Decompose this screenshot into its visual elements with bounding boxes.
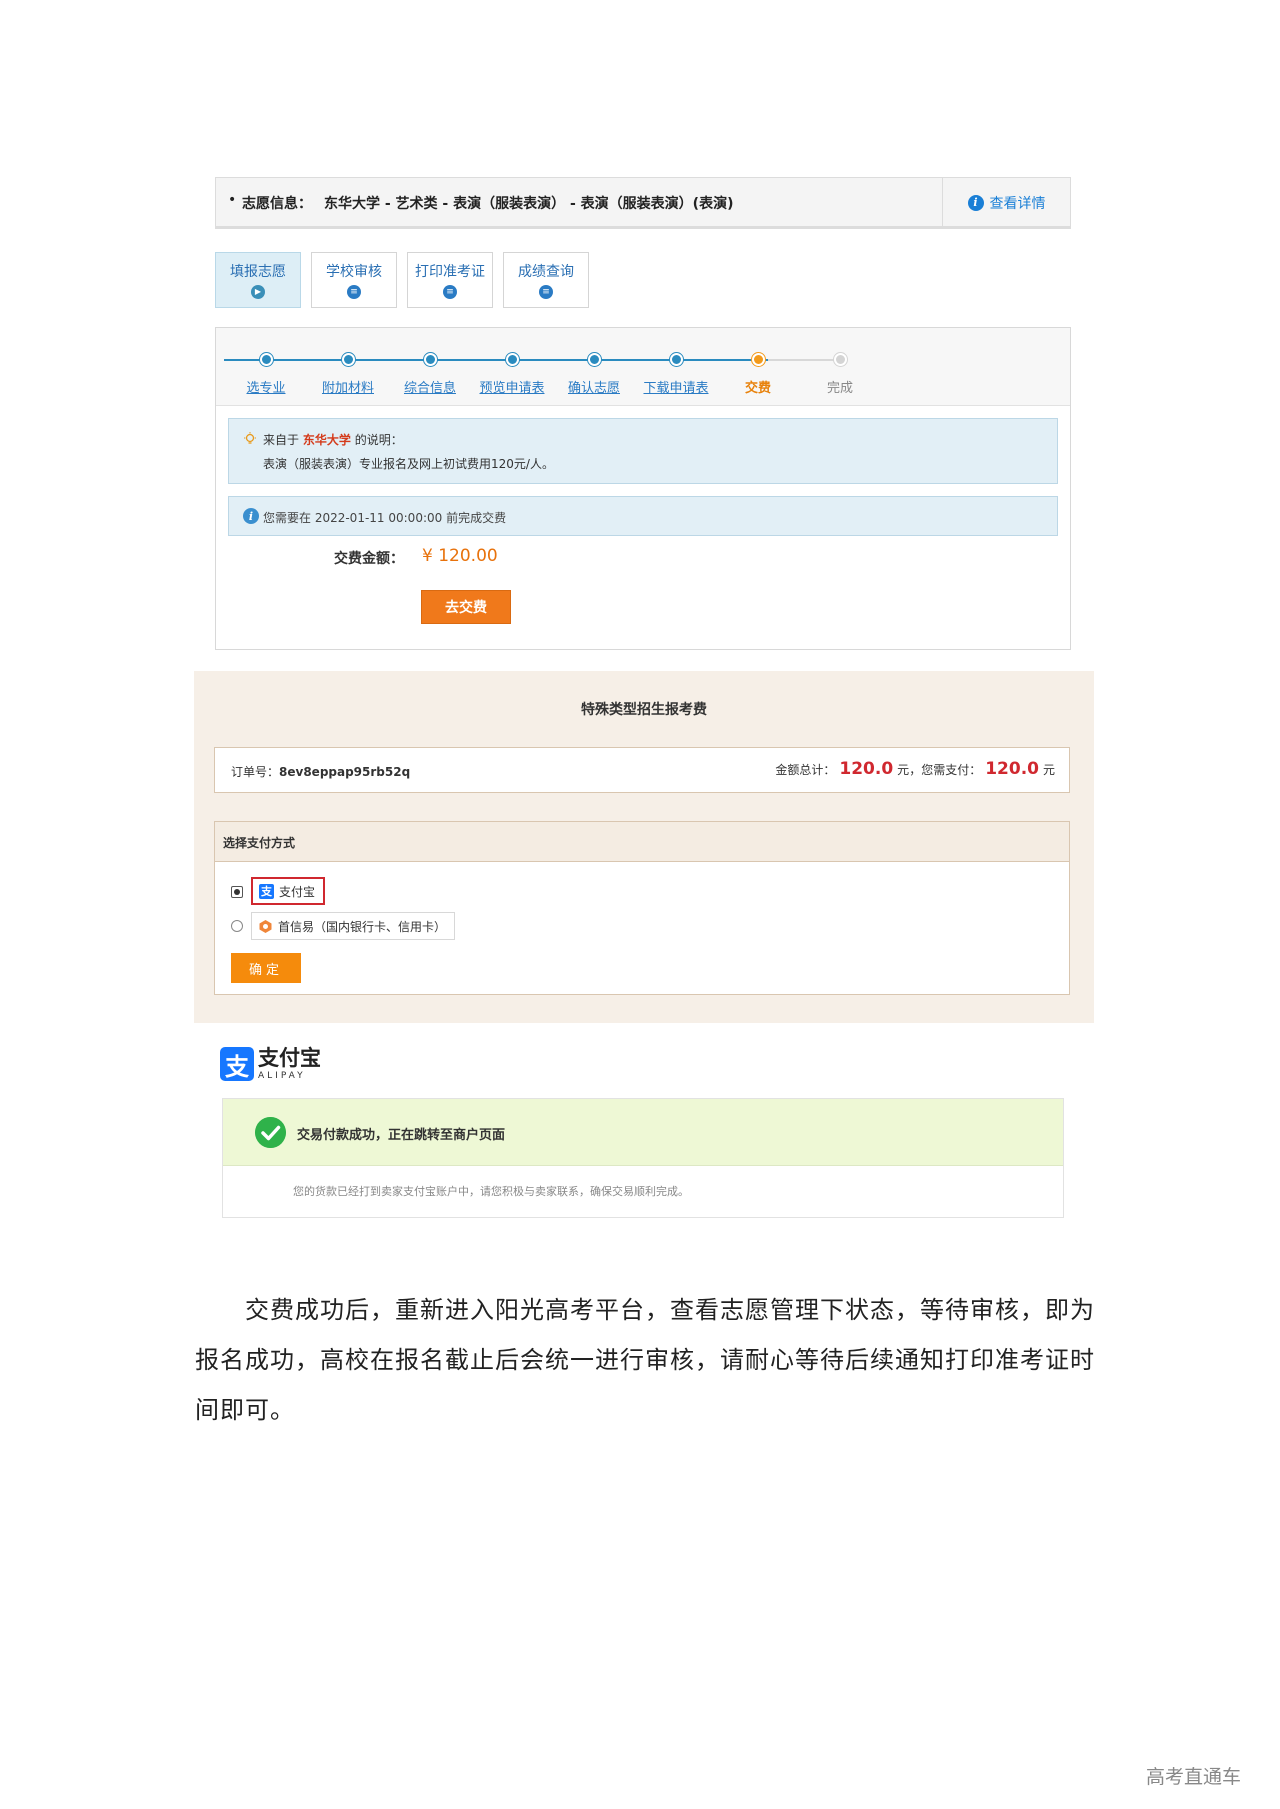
lock-icon: ≡ <box>347 285 361 299</box>
alipay-logo: 支 支付宝 ALIPAY <box>220 1044 321 1084</box>
payment-method-title: 选择支付方式 <box>223 836 296 850</box>
unit: 元 <box>1042 763 1055 777</box>
payment-title: 特殊类型招生报考费 <box>581 702 707 718</box>
shouxinyi-option[interactable]: 首信易（国内银行卡、信用卡） <box>251 912 456 940</box>
order-number: 8ev8eppap95rb52q <box>279 765 411 779</box>
application-info-value: 东华大学 - 艺术类 - 表演（服装表演） - 表演（服装表演）(表演) <box>324 196 734 212</box>
check-circle-icon <box>255 1117 286 1148</box>
tab-label: 填报志愿 <box>230 264 286 280</box>
success-banner: 交易付款成功，正在跳转至商户页面 <box>223 1099 1063 1166</box>
need-label: ，您需支付： <box>909 763 982 777</box>
tab-school-review[interactable]: 学校审核 ≡ <box>311 252 397 308</box>
view-details-link[interactable]: i 查看详情 <box>942 178 1070 227</box>
shouxinyi-icon <box>259 919 272 933</box>
deadline-notice: i 您需要在 2022-01-11 00:00:00 前完成交费 <box>228 496 1058 536</box>
application-info-label: 志愿信息： <box>242 196 312 212</box>
step-complete: 完成 <box>826 381 853 396</box>
need-amount: 120.0 <box>985 759 1039 779</box>
note-heading: 来自于 东华大学 的说明： <box>263 431 403 448</box>
step-dot <box>670 353 683 366</box>
alipay-logo-icon: 支 <box>220 1047 254 1081</box>
step-confirm[interactable]: 确认志愿 <box>559 377 629 396</box>
go-pay-button[interactable]: 去交费 <box>421 590 511 624</box>
progress-line <box>224 359 768 361</box>
tab-print-admission[interactable]: 打印准考证 ≡ <box>407 252 493 308</box>
success-message: 交易付款成功，正在跳转至商户页面 <box>297 1128 506 1143</box>
bullet: • <box>228 192 237 208</box>
alipay-logo-en: ALIPAY <box>258 1070 306 1081</box>
note-prefix: 来自于 <box>263 433 300 447</box>
progress-line-remaining <box>768 359 843 361</box>
view-details-label: 查看详情 <box>989 195 1046 212</box>
step-dot <box>588 353 601 366</box>
step-dot <box>506 353 519 366</box>
payment-method-box: 选择支付方式 支 支付宝 首信易（国内银行卡、信用卡） 确定 <box>214 821 1070 995</box>
fee-amount: ¥ 120.00 <box>422 546 498 566</box>
step-dot-current <box>752 353 765 366</box>
step-preview-form[interactable]: 预览申请表 <box>477 377 547 396</box>
alipay-option-label: 支付宝 <box>279 884 316 899</box>
tab-fill-application[interactable]: 填报志愿 ▶ <box>215 252 301 308</box>
unit: 元 <box>897 763 910 777</box>
step-dot-todo <box>834 353 847 366</box>
alipay-radio[interactable] <box>231 886 243 898</box>
step-attachments[interactable]: 附加材料 <box>313 377 383 396</box>
payment-success-box: 交易付款成功，正在跳转至商户页面 您的货款已经打到卖家支付宝账户中，请您积极与卖… <box>222 1098 1064 1218</box>
lock-icon: ≡ <box>539 285 553 299</box>
success-subtext: 您的货款已经打到卖家支付宝账户中，请您积极与卖家联系，确保交易顺利完成。 <box>293 1185 689 1198</box>
step-dot <box>260 353 273 366</box>
lock-icon: ≡ <box>443 285 457 299</box>
step-download-form[interactable]: 下载申请表 <box>641 377 711 396</box>
tab-label: 打印准考证 <box>415 264 485 280</box>
order-number-row: 订单号：8ev8eppap95rb52q <box>231 763 410 780</box>
total-label: 金额总计： <box>775 763 836 777</box>
instruction-paragraph: 交费成功后，重新进入阳光高考平台，查看志愿管理下状态，等待审核，即为报名成功，高… <box>195 1296 1095 1424</box>
step-dot <box>424 353 437 366</box>
payment-section: 特殊类型招生报考费 订单号：8ev8eppap95rb52q 金额总计： 120.… <box>194 671 1094 1023</box>
alipay-option[interactable]: 支 支付宝 <box>251 877 326 905</box>
shouxinyi-radio[interactable] <box>231 920 243 932</box>
order-label: 订单号： <box>231 765 280 779</box>
note-school: 东华大学 <box>302 433 351 447</box>
shouxinyi-option-label: 首信易（国内银行卡、信用卡） <box>278 919 447 934</box>
step-dot <box>342 353 355 366</box>
tab-label: 成绩查询 <box>518 264 574 280</box>
note-suffix: 的说明： <box>354 433 403 447</box>
deadline-text: 您需要在 2022-01-11 00:00:00 前完成交费 <box>263 511 507 525</box>
lightbulb-icon <box>244 432 256 444</box>
school-note: 来自于 东华大学 的说明： 表演（服装表演）专业报名及网上初试费用120元/人。 <box>228 418 1058 484</box>
alipay-icon: 支 <box>259 883 274 899</box>
step-payment: 交费 <box>744 381 771 396</box>
play-icon: ▶ <box>251 285 265 299</box>
step-general-info[interactable]: 综合信息 <box>395 377 465 396</box>
tab-label: 学校审核 <box>326 264 382 280</box>
alipay-logo-cn: 支付宝 <box>258 1045 321 1070</box>
amount-row: 金额总计： 120.0 元，您需支付： 120.0 元 <box>775 759 1055 779</box>
total-amount: 120.0 <box>839 759 894 779</box>
note-text: 表演（服装表演）专业报名及网上初试费用120元/人。 <box>263 457 554 471</box>
payment-method-header: 选择支付方式 <box>215 822 1069 862</box>
application-info-bar: • 志愿信息： 东华大学 - 艺术类 - 表演（服装表演） - 表演（服装表演）… <box>215 177 1071 229</box>
info-icon: i <box>243 508 259 524</box>
application-steps-panel: 选专业 附加材料 综合信息 预览申请表 确认志愿 下载申请表 交费 完成 来自于… <box>215 327 1071 650</box>
order-summary: 订单号：8ev8eppap95rb52q 金额总计： 120.0 元，您需支付： 12… <box>214 747 1070 793</box>
fee-label: 交费金额： <box>334 551 404 567</box>
progress-stepper: 选专业 附加材料 综合信息 预览申请表 确认志愿 下载申请表 交费 完成 <box>216 328 1070 406</box>
step-choose-major[interactable]: 选专业 <box>231 377 301 396</box>
footer-watermark: 高考直通车 <box>1146 1766 1242 1788</box>
confirm-button[interactable]: 确定 <box>231 953 301 983</box>
alipay-wordmark: 支付宝 ALIPAY <box>258 1045 321 1081</box>
info-icon: i <box>967 194 984 211</box>
tab-score-query[interactable]: 成绩查询 ≡ <box>503 252 589 308</box>
